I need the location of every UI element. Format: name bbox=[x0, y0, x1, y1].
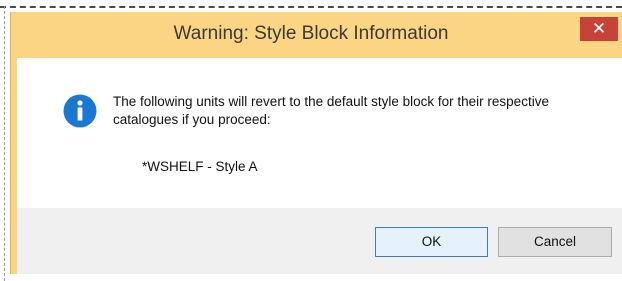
close-button[interactable]: ✕ bbox=[580, 17, 618, 41]
ok-button[interactable]: OK bbox=[375, 227, 488, 257]
screen: Warning: Style Block Information ✕ The f… bbox=[0, 0, 622, 281]
title-bar[interactable]: Warning: Style Block Information ✕ bbox=[11, 12, 622, 56]
warning-dialog: Warning: Style Block Information ✕ The f… bbox=[10, 12, 622, 274]
selection-border-left bbox=[4, 6, 5, 281]
selection-border-top bbox=[0, 6, 622, 8]
dialog-content: The following units will revert to the d… bbox=[17, 58, 622, 274]
info-icon bbox=[63, 94, 97, 128]
button-bar: OK Cancel bbox=[17, 208, 622, 274]
cancel-button[interactable]: Cancel bbox=[498, 227, 612, 257]
unit-list-item: *WSHELF - Style A bbox=[142, 159, 258, 174]
warning-message: The following units will revert to the d… bbox=[113, 94, 549, 127]
dialog-title: Warning: Style Block Information bbox=[173, 23, 449, 44]
close-icon: ✕ bbox=[591, 19, 607, 38]
